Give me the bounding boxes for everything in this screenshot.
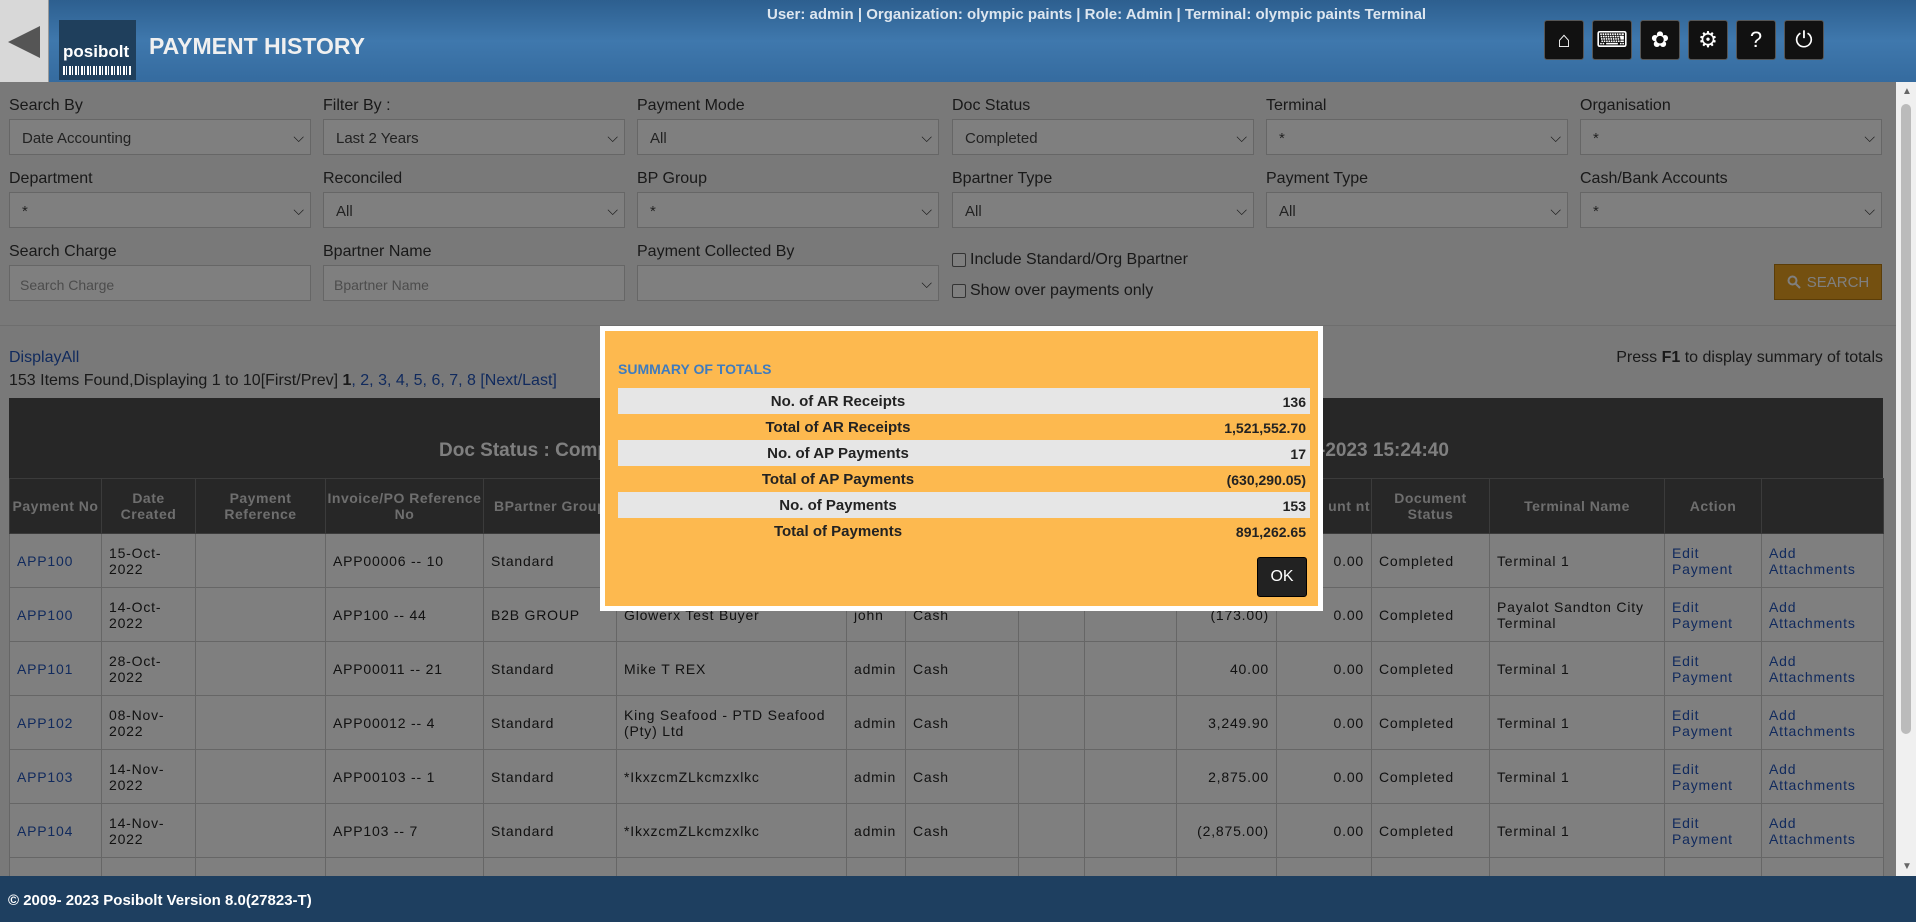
posibolt-logo: posibolt (59, 20, 136, 80)
barcode-graphic (63, 66, 131, 75)
scrollbar-thumb[interactable] (1901, 104, 1911, 734)
user-info: User: admin | Organization: olympic pain… (767, 6, 1427, 23)
power-icon[interactable]: ⏻ (1784, 20, 1824, 60)
footer: © 2009- 2023 Posibolt Version 8.0(27823-… (0, 876, 1916, 922)
summary-row: Total of AP Payments (630,290.05) (618, 466, 1310, 492)
summary-label: No. of AP Payments (767, 445, 909, 462)
summary-value: 1,521,552.70 (1224, 420, 1306, 436)
vertical-scrollbar[interactable]: ▲ ▼ (1896, 82, 1916, 876)
footer-text: © 2009- 2023 Posibolt Version 8.0(27823-… (8, 892, 312, 909)
scroll-down-icon[interactable]: ▼ (1902, 861, 1912, 872)
app-header: posibolt PAYMENT HISTORY User: admin | O… (0, 0, 1916, 82)
summary-value: 891,262.65 (1235, 524, 1306, 540)
summary-value: 136 (1282, 394, 1306, 410)
home-icon[interactable]: ⌂ (1544, 20, 1584, 60)
summary-label: Total of Payments (773, 523, 903, 540)
summary-value: 17 (1290, 446, 1306, 462)
ok-button[interactable]: OK (1257, 557, 1307, 597)
scroll-up-icon[interactable]: ▲ (1902, 86, 1912, 97)
summary-label: Total of AR Receipts (765, 419, 911, 436)
summary-modal: SUMMARY OF TOTALS No. of AR Receipts 136 … (600, 326, 1323, 611)
page-title: PAYMENT HISTORY (149, 33, 365, 59)
back-arrow-icon (8, 26, 40, 58)
help-icon[interactable]: ? (1736, 20, 1776, 60)
summary-row: Total of Payments 891,262.65 (618, 518, 1310, 544)
summary-value: (630,290.05) (1226, 472, 1306, 488)
back-button[interactable] (0, 0, 49, 82)
header-toolbar: ⌂ ⌨ ✿ ⚙ ? ⏻ (1544, 20, 1824, 60)
summary-label: Total of AP Payments (761, 471, 915, 488)
keyboard-icon[interactable]: ⌨ (1592, 20, 1632, 60)
summary-row: No. of Payments 153 (618, 492, 1310, 518)
summary-label: No. of AR Receipts (770, 393, 906, 410)
settings-icon[interactable]: ⚙ (1688, 20, 1728, 60)
modal-title: SUMMARY OF TOTALS (618, 361, 772, 377)
summary-row: No. of AP Payments 17 (618, 440, 1310, 466)
summary-label: No. of Payments (779, 497, 897, 514)
summary-row: No. of AR Receipts 136 (618, 388, 1310, 414)
summary-row: Total of AR Receipts 1,521,552.70 (618, 414, 1310, 440)
summary-value: 153 (1282, 498, 1306, 514)
puzzle-icon[interactable]: ✿ (1640, 20, 1680, 60)
logo-text: posibolt (63, 42, 130, 61)
